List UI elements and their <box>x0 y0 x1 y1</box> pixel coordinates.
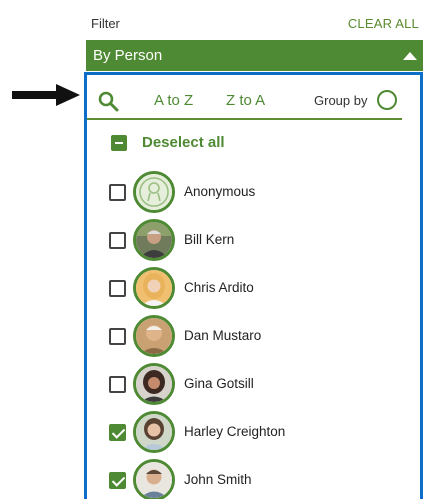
person-row[interactable]: Anonymous <box>87 170 387 214</box>
avatar <box>133 363 175 405</box>
section-title: By Person <box>93 47 163 64</box>
avatar <box>133 267 175 309</box>
sort-toolbar: A to Z Z to A Group by <box>87 75 402 120</box>
group-by-label: Group by <box>314 93 368 108</box>
person-checkbox[interactable] <box>109 280 126 297</box>
person-row[interactable]: John Smith <box>87 458 387 499</box>
person-name: Bill Kern <box>184 232 235 247</box>
avatar <box>133 315 175 357</box>
person-checkbox[interactable] <box>109 184 126 201</box>
person-checkbox[interactable] <box>109 328 126 345</box>
person-checkbox[interactable] <box>109 472 126 489</box>
person-row[interactable]: Chris Ardito <box>87 266 387 310</box>
caret-up-icon <box>403 52 417 60</box>
person-name: Chris Ardito <box>184 280 254 295</box>
person-checkbox[interactable] <box>109 424 126 441</box>
deselect-all-checkbox[interactable] <box>111 135 127 151</box>
person-name: Harley Creighton <box>184 424 286 439</box>
person-name: Gina Gotsill <box>184 376 254 391</box>
person-row[interactable]: Harley Creighton <box>87 410 387 454</box>
sort-a-to-z-button[interactable]: A to Z <box>154 92 193 109</box>
search-icon[interactable] <box>97 90 119 112</box>
section-header-by-person[interactable]: By Person <box>86 40 423 71</box>
filter-bar: Filter CLEAR ALL <box>86 8 423 40</box>
filter-title: Filter <box>91 16 120 31</box>
person-filter-panel: A to Z Z to A Group by Deselect all Anon… <box>84 72 423 499</box>
sort-z-to-a-button[interactable]: Z to A <box>226 92 265 109</box>
pointer-arrow-icon <box>12 84 80 106</box>
person-row[interactable]: Bill Kern <box>87 218 387 262</box>
avatar <box>133 411 175 453</box>
group-by-toggle[interactable] <box>377 90 397 110</box>
clear-all-button[interactable]: CLEAR ALL <box>348 16 419 31</box>
person-checkbox[interactable] <box>109 376 126 393</box>
person-checkbox[interactable] <box>109 232 126 249</box>
anonymous-avatar-icon <box>133 171 175 213</box>
person-name: John Smith <box>184 472 252 487</box>
person-row[interactable]: Dan Mustaro <box>87 314 387 358</box>
person-row[interactable]: Gina Gotsill <box>87 362 387 406</box>
person-name: Anonymous <box>184 184 256 199</box>
deselect-all-label: Deselect all <box>142 134 225 151</box>
person-name: Dan Mustaro <box>184 328 262 343</box>
avatar <box>133 219 175 261</box>
avatar <box>133 459 175 499</box>
